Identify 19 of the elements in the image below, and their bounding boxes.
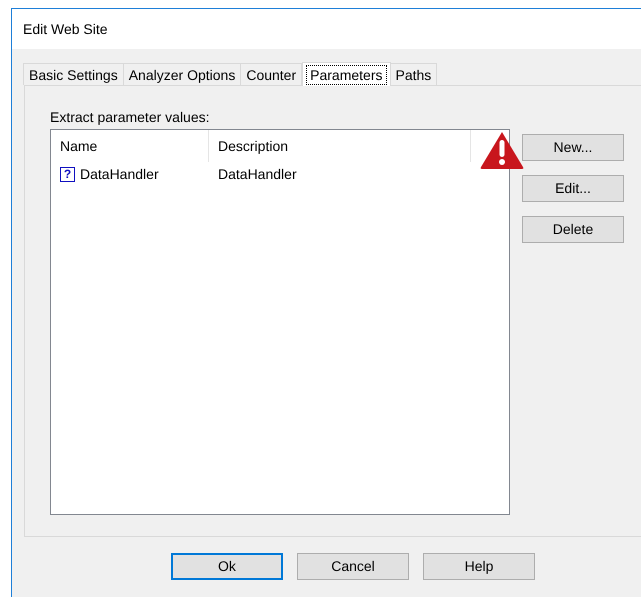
list-row[interactable]: ? DataHandler DataHandler (51, 162, 509, 186)
table-cell-text: DataHandler (217, 164, 297, 184)
tab[interactable]: Counter (240, 63, 302, 85)
table-cell-text: DataHandler (80, 164, 159, 184)
tab[interactable]: Parameters (302, 62, 390, 86)
side-button[interactable]: Delete (522, 216, 624, 243)
column-header[interactable]: Name (51, 130, 209, 162)
column-header[interactable]: Description (209, 130, 471, 162)
help-icon: ? (60, 166, 75, 182)
dialog-button[interactable]: Cancel (297, 553, 409, 580)
side-button[interactable]: New... (522, 134, 624, 161)
window-title: Edit Web Site (23, 20, 108, 38)
list-label: Extract parameter values: (50, 108, 211, 126)
tab[interactable]: Analyzer Options (122, 63, 242, 85)
dialog-button[interactable]: Ok (171, 553, 283, 580)
dialog-button[interactable]: Help (423, 553, 535, 580)
tab[interactable]: Paths (390, 63, 438, 85)
side-button[interactable]: Edit... (522, 175, 624, 202)
tab[interactable]: Basic Settings (23, 63, 124, 85)
